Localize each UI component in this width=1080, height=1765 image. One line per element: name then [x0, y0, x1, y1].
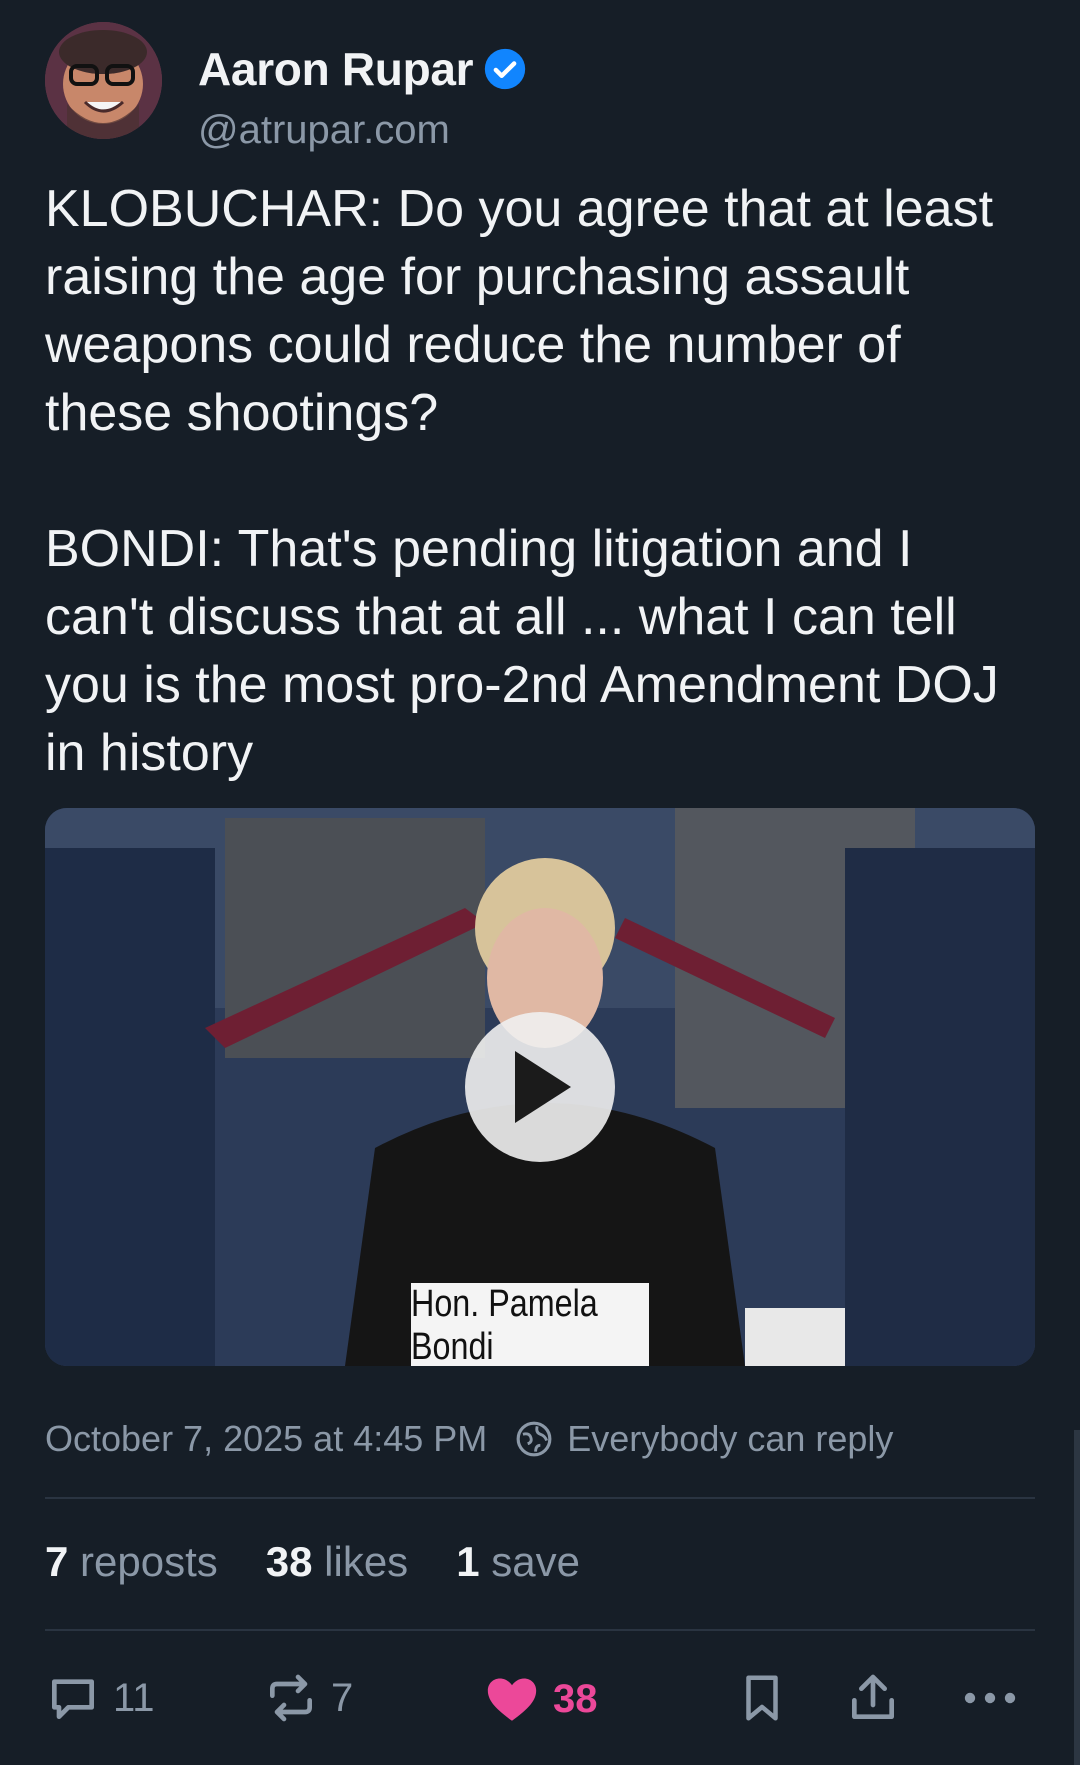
reposts-stat[interactable]: 7 reposts: [45, 1538, 218, 1586]
post-header: Aaron Rupar @atrupar.com: [45, 22, 1035, 152]
saves-count: 1: [456, 1538, 480, 1585]
more-options-button[interactable]: [960, 1670, 1020, 1726]
post-stats: 7 reposts 38 likes 1 save: [45, 1538, 580, 1586]
reply-icon: [52, 1679, 94, 1719]
video-nameplate: Hon. Pamela Bondi: [411, 1283, 649, 1366]
like-button[interactable]: 38: [483, 1670, 598, 1728]
action-bar: 11 7 38: [45, 1670, 1035, 1730]
likes-stat[interactable]: 38 likes: [266, 1538, 408, 1586]
like-count: 38: [553, 1676, 598, 1721]
repost-icon: [270, 1674, 312, 1722]
share-icon: [852, 1674, 894, 1719]
verified-badge-icon: [485, 48, 526, 90]
play-icon: [515, 1051, 571, 1123]
repost-button[interactable]: 7: [263, 1670, 353, 1726]
reply-count: 11: [113, 1675, 155, 1720]
video-player[interactable]: Hon. Pamela Bondi: [45, 808, 1035, 1366]
bookmark-button[interactable]: [735, 1670, 789, 1726]
post-text: KLOBUCHAR: Do you agree that at least ra…: [45, 180, 999, 782]
author-handle[interactable]: @atrupar.com: [198, 108, 450, 153]
author-name[interactable]: Aaron Rupar: [198, 42, 474, 96]
reply-setting[interactable]: Everybody can reply: [567, 1418, 893, 1460]
saves-label: save: [491, 1538, 580, 1585]
heart-icon: [487, 1678, 537, 1721]
play-button[interactable]: [465, 1012, 615, 1162]
divider: [45, 1497, 1035, 1499]
post-meta: October 7, 2025 at 4:45 PM Everybody can…: [45, 1418, 893, 1460]
author-avatar[interactable]: [45, 22, 162, 139]
reposts-label: reposts: [80, 1538, 218, 1585]
divider: [45, 1629, 1035, 1631]
bookmark-icon: [746, 1675, 778, 1721]
share-button[interactable]: [845, 1670, 901, 1726]
repost-count: 7: [331, 1675, 354, 1720]
globe-icon: [516, 1421, 552, 1457]
post-timestamp[interactable]: October 7, 2025 at 4:45 PM: [45, 1418, 487, 1460]
more-options-icon: [964, 1692, 1016, 1704]
reply-button[interactable]: 11: [45, 1670, 155, 1726]
reposts-count: 7: [45, 1538, 69, 1585]
likes-label: likes: [324, 1538, 409, 1585]
saves-stat[interactable]: 1 save: [456, 1538, 580, 1586]
likes-count: 38: [265, 1538, 313, 1585]
scrollbar[interactable]: [1074, 1430, 1080, 1765]
